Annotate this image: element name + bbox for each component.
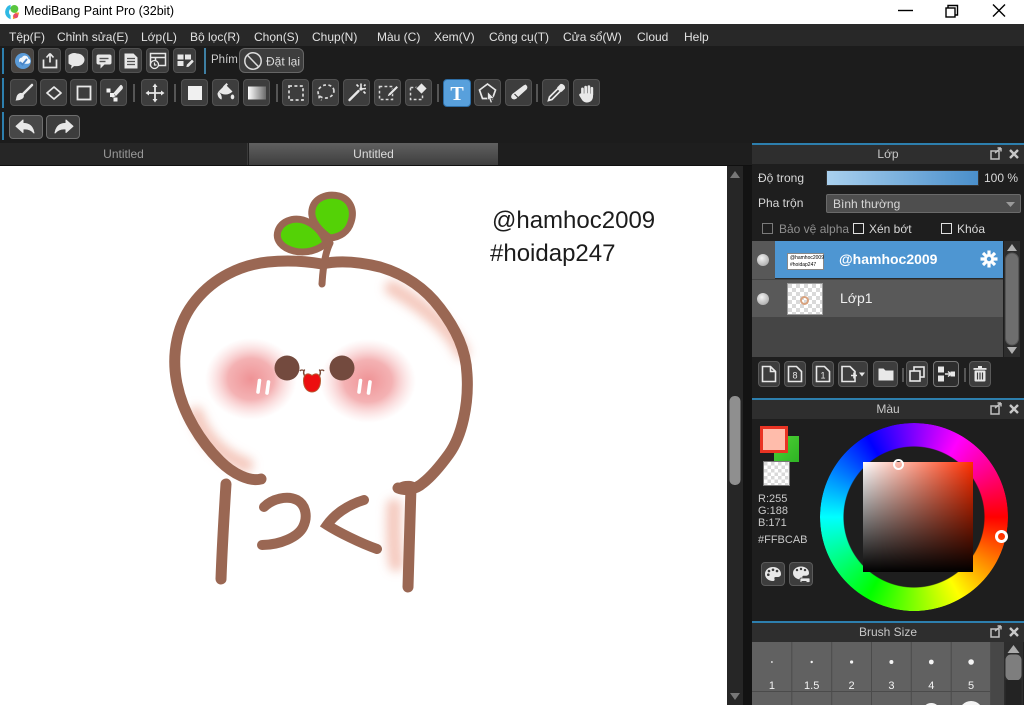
svg-text:T: T (450, 83, 464, 103)
svg-text:1: 1 (769, 680, 775, 692)
svg-text:1: 1 (820, 371, 825, 381)
svg-text:4: 4 (928, 680, 934, 692)
svg-text:5: 5 (968, 680, 974, 692)
svg-text:8: 8 (792, 371, 797, 381)
svg-text:1.5: 1.5 (804, 680, 819, 692)
svg-text:Đặt lại: Đặt lại (266, 54, 300, 68)
svg-text:2: 2 (849, 680, 855, 692)
svg-text:3: 3 (888, 680, 894, 692)
